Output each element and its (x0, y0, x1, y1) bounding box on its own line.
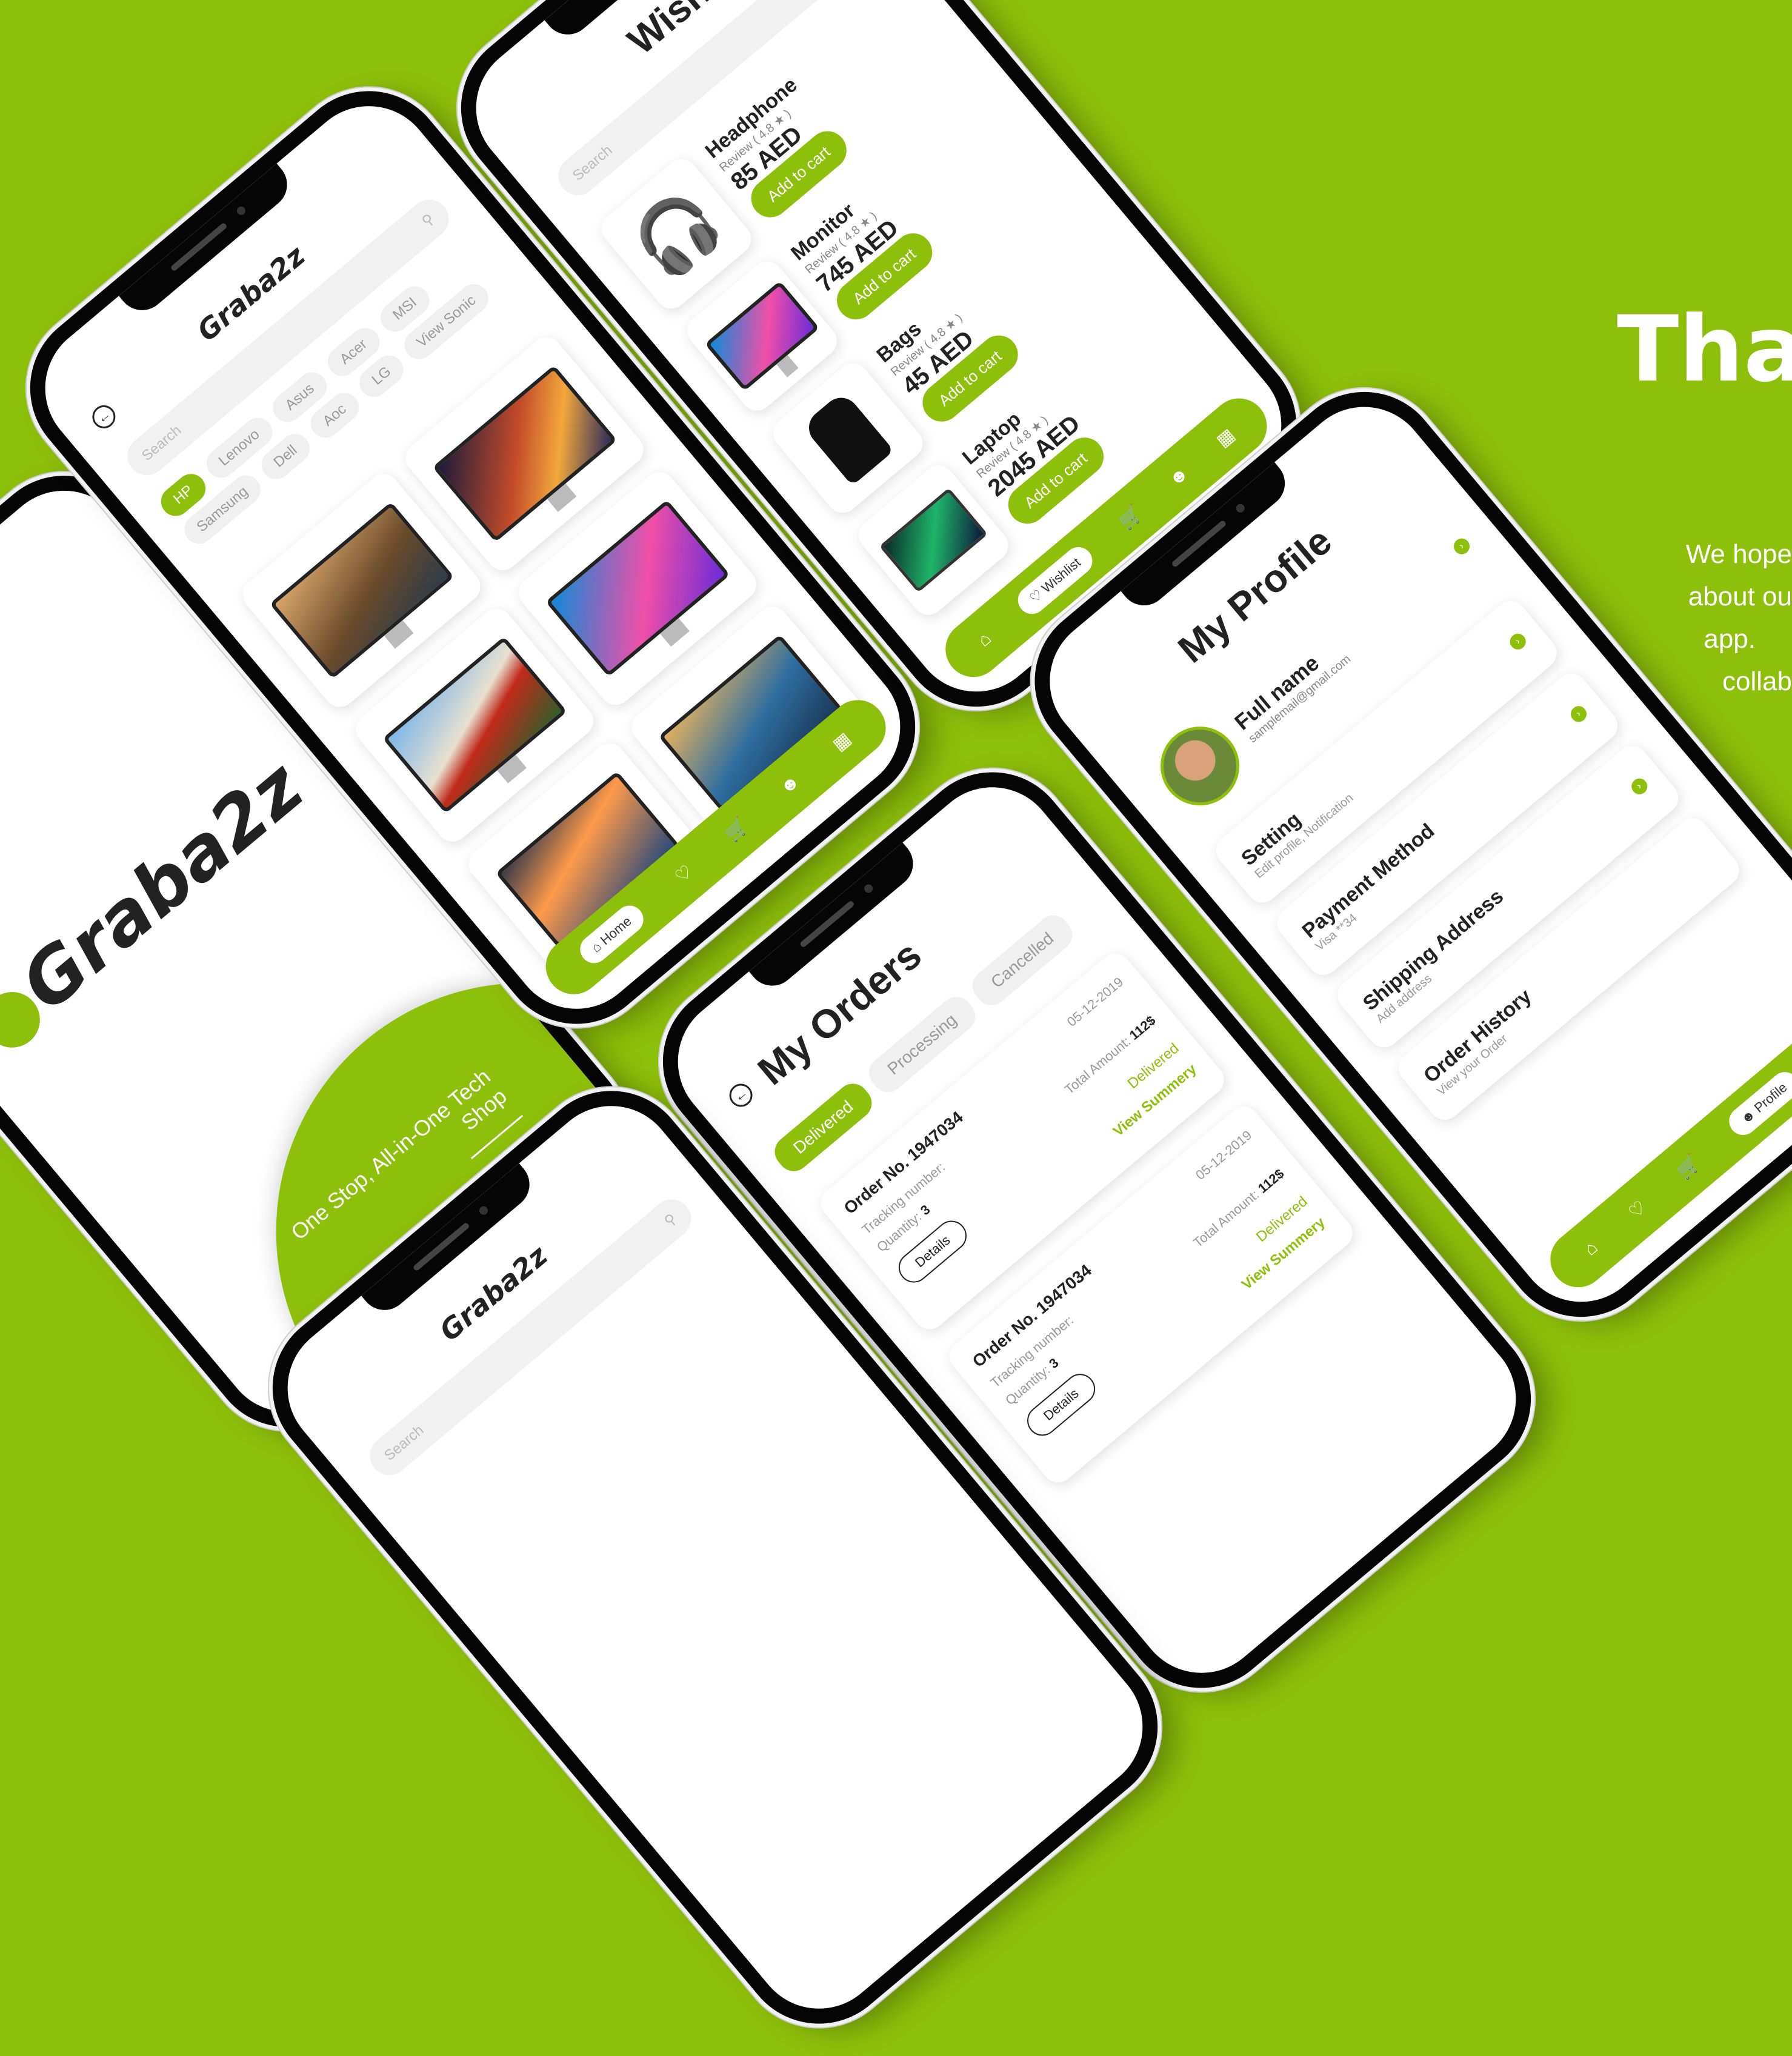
search-placeholder: Search (138, 422, 185, 465)
cart-icon[interactable]: 🛒 (1673, 1152, 1704, 1183)
grid-icon[interactable]: ▦ (828, 728, 855, 755)
cart-icon[interactable]: 🛒 (721, 814, 752, 845)
monitor-image (432, 365, 618, 543)
chevron-right-icon: › (1507, 630, 1530, 653)
search-input[interactable]: Search ⚲ (362, 1191, 699, 1483)
search-icon: ⚲ (418, 210, 438, 230)
thanks-line: app. (1704, 624, 1756, 654)
chevron-right-icon[interactable]: › (1450, 535, 1473, 557)
cart-icon[interactable]: 🛒 (1115, 502, 1146, 533)
grid-icon[interactable]: ▦ (1212, 424, 1239, 451)
bottom-nav: ⌂ ♡ 🛒 ☻Profile ▦ (1539, 989, 1792, 1299)
quantity-value: 3 (917, 1202, 933, 1219)
back-arrow-icon[interactable]: ← (724, 1079, 758, 1112)
back-arrow-icon[interactable]: ← (87, 401, 121, 433)
chevron-right-icon: › (1567, 702, 1590, 725)
monitor-image (382, 636, 567, 814)
chevron-right-icon: › (1628, 775, 1651, 798)
search-placeholder: Search (569, 142, 616, 184)
thanks-line: We hope (1685, 539, 1792, 569)
user-icon[interactable]: ☻ (776, 771, 804, 799)
nav-wishlist-label: Wishlist (1038, 554, 1084, 596)
user-icon[interactable]: ☻ (1165, 463, 1193, 491)
monitor-image (545, 499, 730, 677)
search-icon: ⚲ (661, 1210, 680, 1230)
thanks-line: about ou (1688, 582, 1792, 611)
heart-icon[interactable]: ♡ (1624, 1196, 1650, 1223)
nav-home-label: Home (597, 913, 635, 948)
thanks-title: Tha (1617, 297, 1792, 402)
thanks-body: We hope about ou app. collab (1648, 533, 1792, 703)
search-placeholder: Search (381, 1422, 427, 1465)
thanks-line: collab (1722, 667, 1792, 696)
home-icon[interactable]: ⌂ (1580, 1237, 1602, 1260)
monitor-image (269, 502, 455, 679)
nav-profile[interactable]: ☻ Profile (1724, 1066, 1792, 1141)
splash-logo: ●Graba2z (0, 724, 344, 1090)
nav-profile-label: Profile (1751, 1079, 1790, 1116)
heart-icon[interactable]: ♡ (671, 860, 697, 887)
home-icon[interactable]: ⌂ (974, 628, 996, 651)
